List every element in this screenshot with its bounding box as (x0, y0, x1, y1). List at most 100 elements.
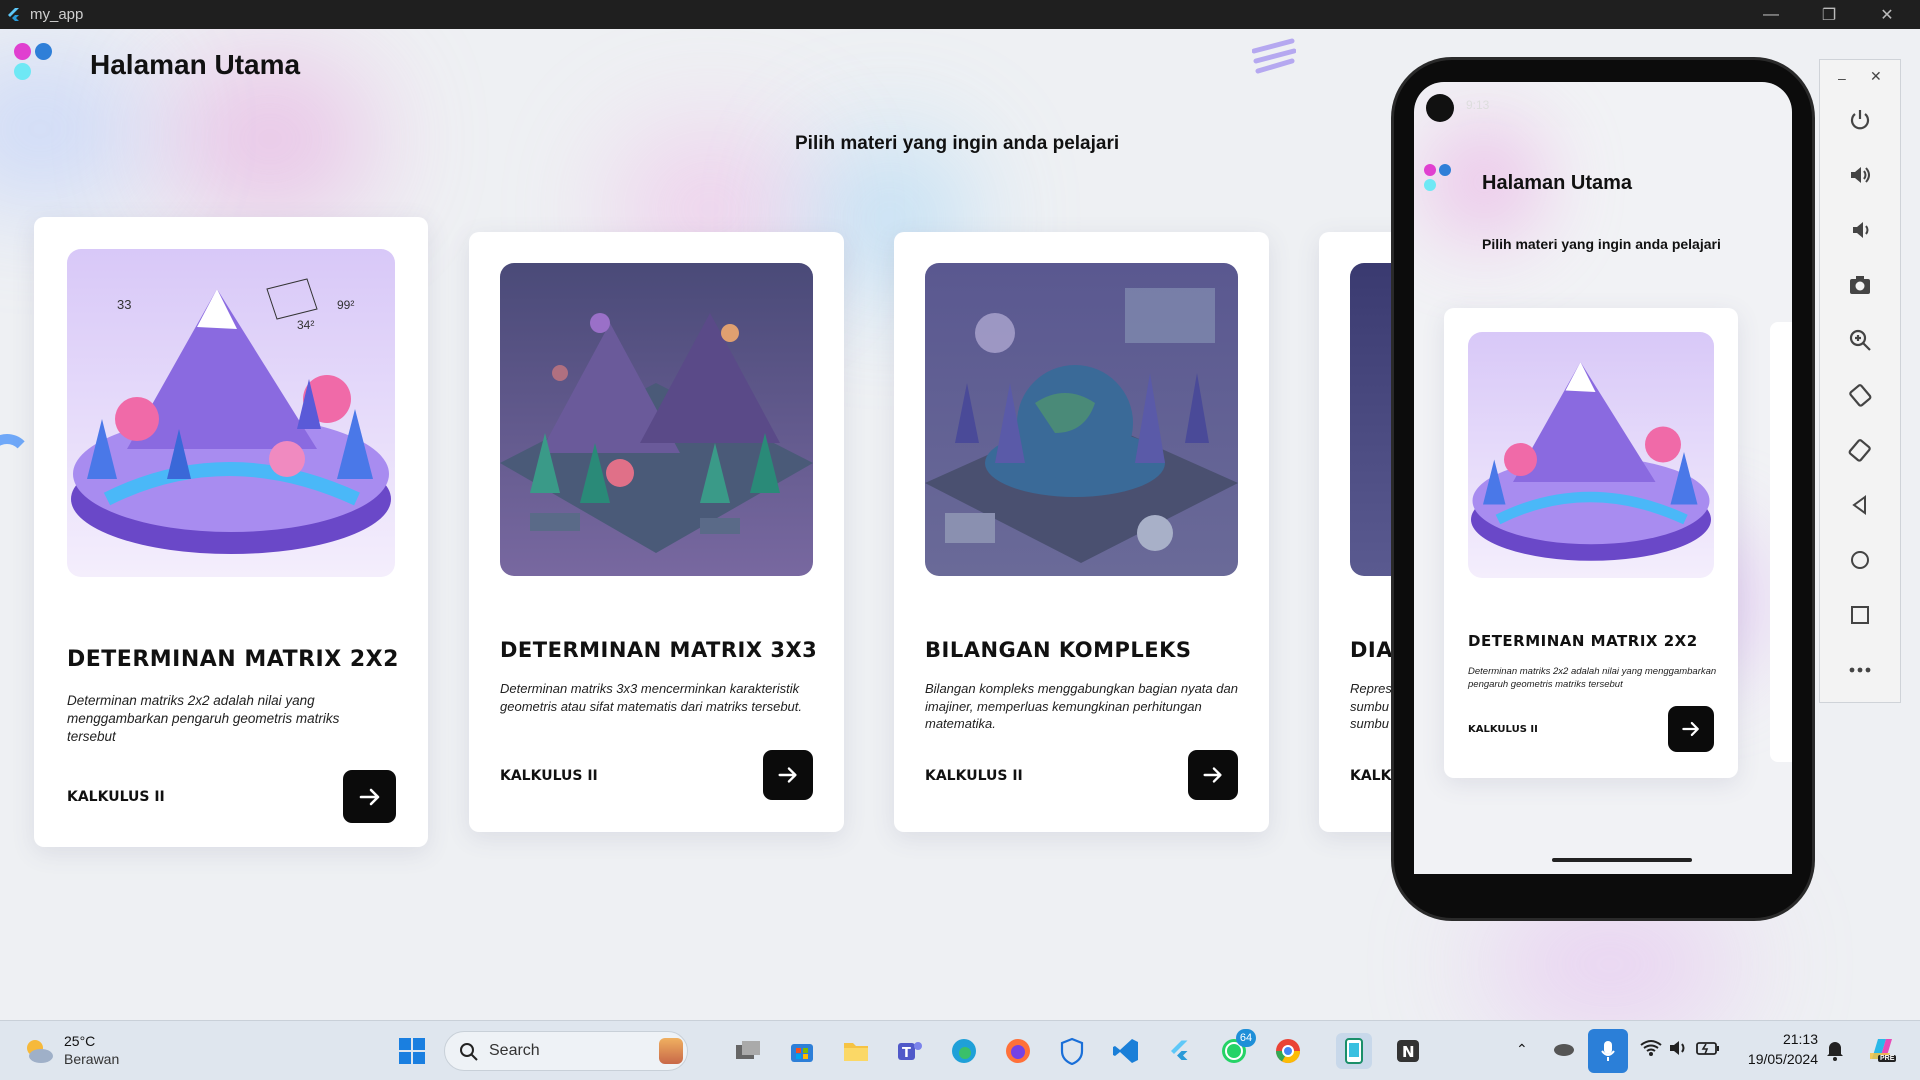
card-open-button[interactable] (1188, 750, 1238, 800)
minimize-button[interactable]: — (1742, 0, 1800, 29)
overview-icon[interactable] (1842, 597, 1878, 633)
window-titlebar: my_app — ❐ ✕ (0, 0, 1920, 29)
task-view-icon[interactable] (730, 1033, 766, 1069)
notification-bell-icon[interactable] (1826, 1039, 1844, 1066)
page-subtitle: Pilih materi yang ingin anda pelajari (1482, 236, 1721, 252)
android-emulator-taskbar-icon[interactable] (1336, 1033, 1372, 1069)
zoom-icon[interactable] (1842, 322, 1878, 358)
page-title: Halaman Utama (90, 49, 301, 80)
speaker-icon[interactable] (1668, 1039, 1688, 1062)
card-illustration (925, 263, 1238, 576)
arrow-right-icon (359, 788, 379, 805)
volume-up-icon[interactable] (1842, 157, 1878, 193)
search-highlight-image (659, 1038, 683, 1064)
card-description: Repres sumbu sumbu (1350, 680, 1392, 733)
back-icon[interactable] (1842, 487, 1878, 523)
page-title: Halaman Utama (1482, 172, 1633, 194)
copilot-badge: PRE (1878, 1055, 1897, 1062)
teams-icon[interactable]: T (892, 1033, 928, 1069)
chrome-icon[interactable] (1270, 1033, 1306, 1069)
restore-button[interactable]: ❐ (1800, 0, 1858, 29)
svg-text:33: 33 (117, 297, 131, 312)
card-open-button[interactable] (1668, 706, 1714, 752)
camera-cutout (1426, 94, 1454, 122)
emulator-screen[interactable]: 9:13 Halaman Utama Pilih materi yang ing… (1414, 82, 1792, 874)
taskbar-search[interactable]: Search (444, 1031, 688, 1071)
flutter-icon (8, 7, 19, 21)
whatsapp-icon[interactable]: 64 (1216, 1029, 1256, 1069)
card-determinan-2x2[interactable]: 33 99² 34² DETERMINAN MATRIX 2X2 Determin… (34, 217, 428, 847)
card-tag: KALKULUS II (1468, 724, 1538, 735)
onedrive-icon[interactable] (1552, 1039, 1576, 1062)
windows-taskbar: 25°C Berawan Search T 64 N ⌃ 21:13 19/05… (0, 1020, 1920, 1080)
clock-time[interactable]: 21:13 (1738, 1031, 1818, 1047)
rotate-right-icon[interactable] (1842, 432, 1878, 468)
card-tag: KALKULUS II (925, 768, 1023, 784)
card-title: DETERMINAN MATRIX 3X3 (500, 638, 818, 662)
panel-minimize-button[interactable]: – (1838, 70, 1846, 86)
card-title: BILANGAN KOMPLEKS (925, 638, 1192, 662)
start-button[interactable] (394, 1033, 430, 1069)
svg-text:34²: 34² (297, 318, 314, 332)
vscode-icon[interactable] (1108, 1033, 1144, 1069)
window-title: my_app (30, 6, 84, 23)
show-hidden-icons[interactable]: ⌃ (1516, 1041, 1528, 1058)
weather-desc: Berawan (64, 1051, 120, 1067)
card-determinan-2x2[interactable]: DETERMINAN MATRIX 2X2 Determinan matriks… (1444, 308, 1738, 778)
file-explorer-icon[interactable] (838, 1033, 874, 1069)
card-illustration: 33 99² 34² (67, 249, 395, 577)
background-glow (1480, 909, 1740, 1019)
card-tag: KALKULUS II (67, 789, 165, 805)
windows-icon (399, 1038, 425, 1064)
weather-cloud-icon (27, 1040, 53, 1063)
card-description-line: sumbu (1350, 716, 1390, 732)
card-description: Determinan matriks 2x2 adalah nilai yang… (67, 693, 340, 745)
svg-text:T: T (902, 1046, 911, 1061)
card-description: Bilangan kompleks menggabungkan bagian n… (925, 681, 1238, 732)
wifi-icon[interactable] (1640, 1039, 1662, 1062)
card-description: Determinan matriks 2x2 adalah nilai yang… (1468, 666, 1717, 690)
store-icon[interactable] (784, 1033, 820, 1069)
defender-icon[interactable] (1054, 1033, 1090, 1069)
microphone-icon[interactable] (1588, 1029, 1628, 1073)
clock-date[interactable]: 19/05/2024 (1738, 1051, 1818, 1067)
card-partial[interactable] (1770, 322, 1792, 762)
home-icon[interactable] (1842, 542, 1878, 578)
card-bilangan-kompleks[interactable]: BILANGAN KOMPLEKS Bilangan kompleks meng… (894, 232, 1269, 832)
notification-badge: 64 (1236, 1029, 1256, 1047)
card-illustration (500, 263, 813, 576)
weather-temp: 25°C (64, 1033, 96, 1049)
android-emulator-frame: 9:13 Halaman Utama Pilih materi yang ing… (1394, 60, 1812, 918)
gesture-bar[interactable] (1552, 858, 1692, 862)
card-tag: KALKULUS II (500, 768, 598, 784)
search-placeholder: Search (489, 1042, 540, 1059)
camera-icon[interactable] (1842, 267, 1878, 303)
emulator-controls: – ✕ (1819, 59, 1901, 703)
app-logo (1424, 164, 1456, 196)
panel-close-button[interactable]: ✕ (1870, 68, 1882, 85)
edge-icon[interactable] (946, 1033, 982, 1069)
background-glow (170, 69, 370, 209)
power-icon[interactable] (1842, 102, 1878, 138)
search-icon (460, 1043, 478, 1061)
flutter-icon[interactable] (1162, 1033, 1198, 1069)
battery-icon[interactable] (1696, 1040, 1720, 1061)
arrow-right-icon (1682, 721, 1699, 737)
firefox-icon[interactable] (1000, 1033, 1036, 1069)
card-title: DETERMINAN MATRIX 2X2 (1468, 632, 1698, 650)
volume-down-icon[interactable] (1842, 212, 1878, 248)
background-glow (0, 69, 140, 189)
notion-icon[interactable]: N (1390, 1033, 1426, 1069)
app-logo (14, 43, 58, 87)
more-icon[interactable] (1842, 652, 1878, 688)
card-determinan-3x3[interactable]: DETERMINAN MATRIX 3X3 Determinan matriks… (469, 232, 844, 832)
card-description-line: Repres (1350, 681, 1392, 696)
copilot-icon[interactable]: PRE (1866, 1033, 1898, 1070)
card-illustration (1468, 332, 1714, 578)
card-open-button[interactable] (763, 750, 813, 800)
close-button[interactable]: ✕ (1858, 0, 1916, 29)
rotate-left-icon[interactable] (1842, 377, 1878, 413)
card-open-button[interactable] (343, 770, 396, 823)
arrow-right-icon (778, 767, 797, 783)
svg-text:99²: 99² (337, 298, 354, 312)
